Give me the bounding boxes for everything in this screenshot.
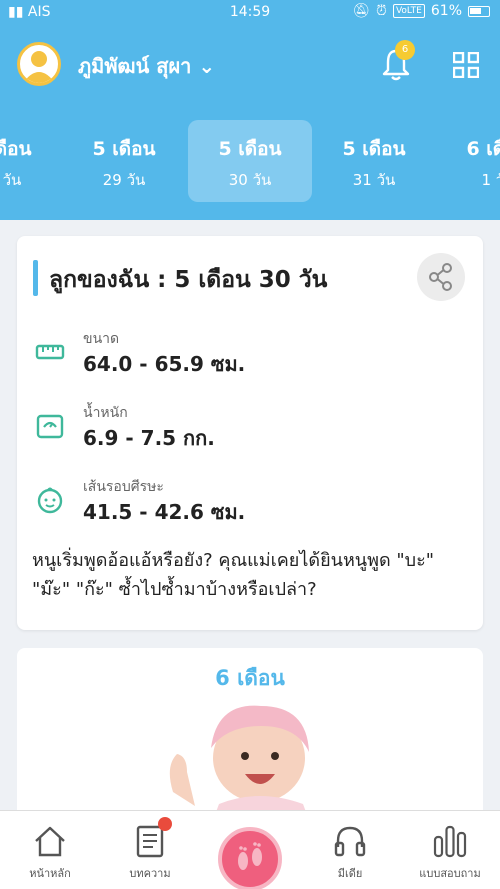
bottom-nav: หน้าหลัก บทความ มีเดีย แบบสอบถาม bbox=[0, 810, 500, 889]
articles-notification-dot bbox=[158, 817, 172, 831]
stat-head-circumference: เส้นรอบศีรษะ 41.5 - 42.6 ซม. bbox=[17, 476, 483, 536]
nav-label: มีเดีย bbox=[337, 867, 363, 880]
volte-badge: VoLTE bbox=[392, 4, 425, 18]
nav-label: แบบสอบถาม bbox=[419, 867, 481, 880]
stat-label: น้ำหนัก bbox=[83, 405, 128, 421]
app-bar: ภูมิพัฒน์ สุผา ⌄ 6 bbox=[0, 38, 500, 94]
age-tab[interactable]: 5 เดือน 31 วัน bbox=[312, 120, 436, 202]
avatar[interactable] bbox=[17, 42, 61, 86]
top-header: ▮▮ AIS 14:59 🔕︎ ⏰︎ VoLTE 61% ภูมิพัฒน์ ส… bbox=[0, 0, 500, 220]
nav-articles[interactable]: บทความ bbox=[100, 811, 200, 889]
notification-badge: 6 bbox=[395, 40, 415, 60]
scale-icon bbox=[36, 414, 64, 439]
grid-menu-icon[interactable] bbox=[453, 52, 479, 78]
nav-label: หน้าหลัก bbox=[29, 867, 71, 880]
stat-label: เส้นรอบศีรษะ bbox=[83, 479, 164, 495]
headphones-icon bbox=[334, 826, 366, 857]
title-accent-bar bbox=[33, 260, 38, 296]
stat-value: 6.9 - 7.5 กก. bbox=[83, 426, 215, 450]
nav-label: บทความ bbox=[129, 867, 171, 880]
home-icon bbox=[35, 826, 65, 857]
stat-label: ขนาด bbox=[83, 331, 120, 347]
stat-length: ขนาด 64.0 - 65.9 ซม. bbox=[17, 328, 483, 388]
user-name: ภูมิพัฒน์ สุผา bbox=[78, 54, 192, 78]
stat-weight: น้ำหนัก 6.9 - 7.5 กก. bbox=[17, 402, 483, 462]
age-tab-active[interactable]: 5 เดือน 30 วัน bbox=[188, 120, 312, 202]
alarm-icon: ⏰︎ bbox=[376, 3, 387, 19]
mute-icon: 🔕︎ bbox=[352, 3, 371, 19]
share-icon bbox=[429, 263, 452, 291]
age-tab[interactable]: 5 เดือน 29 วัน bbox=[62, 120, 186, 202]
chevron-down-icon: ⌄ bbox=[198, 54, 216, 78]
stat-value: 64.0 - 65.9 ซม. bbox=[83, 352, 246, 376]
next-month-title: 6 เดือน bbox=[215, 666, 285, 690]
footprints-button[interactable] bbox=[218, 827, 282, 889]
user-switcher[interactable]: ภูมิพัฒน์ สุผา ⌄ bbox=[78, 50, 215, 82]
stat-value: 41.5 - 42.6 ซม. bbox=[83, 500, 246, 524]
age-tab[interactable]: 6 เดือน 1 วัน bbox=[436, 120, 500, 202]
age-tabs: 5 เดือน 28 วัน 5 เดือน 29 วัน 5 เดือน 30… bbox=[0, 120, 500, 202]
baby-photo bbox=[169, 705, 309, 818]
status-icons: 🔕︎ ⏰︎ VoLTE 61% bbox=[352, 3, 490, 19]
nav-home[interactable]: หน้าหลัก bbox=[0, 811, 100, 889]
footprints-icon bbox=[238, 842, 262, 870]
card-title: ลูกของฉัน : 5 เดือน 30 วัน bbox=[49, 267, 328, 293]
age-tab[interactable]: 5 เดือน 28 วัน bbox=[0, 120, 62, 202]
nav-survey[interactable]: แบบสอบถาม bbox=[400, 811, 500, 889]
battery-level: 61% bbox=[430, 3, 462, 19]
baby-face-icon bbox=[37, 487, 63, 514]
share-button[interactable] bbox=[417, 253, 465, 301]
status-bar: ▮▮ AIS 14:59 🔕︎ ⏰︎ VoLTE 61% bbox=[0, 0, 500, 26]
next-month-card[interactable]: 6 เดือน bbox=[17, 648, 483, 818]
survey-icon bbox=[433, 825, 467, 858]
user-avatar-icon bbox=[23, 51, 55, 83]
baby-info-card: ลูกของฉัน : 5 เดือน 30 วัน ขนาด 64.0 - 6… bbox=[17, 236, 483, 630]
nav-media[interactable]: มีเดีย bbox=[300, 811, 400, 889]
development-note: หนูเริ่มพูดอ้อแอ้หรือยัง? คุณแม่เคยได้ยิ… bbox=[32, 550, 435, 600]
ruler-icon bbox=[35, 344, 65, 360]
battery-icon bbox=[468, 5, 490, 17]
